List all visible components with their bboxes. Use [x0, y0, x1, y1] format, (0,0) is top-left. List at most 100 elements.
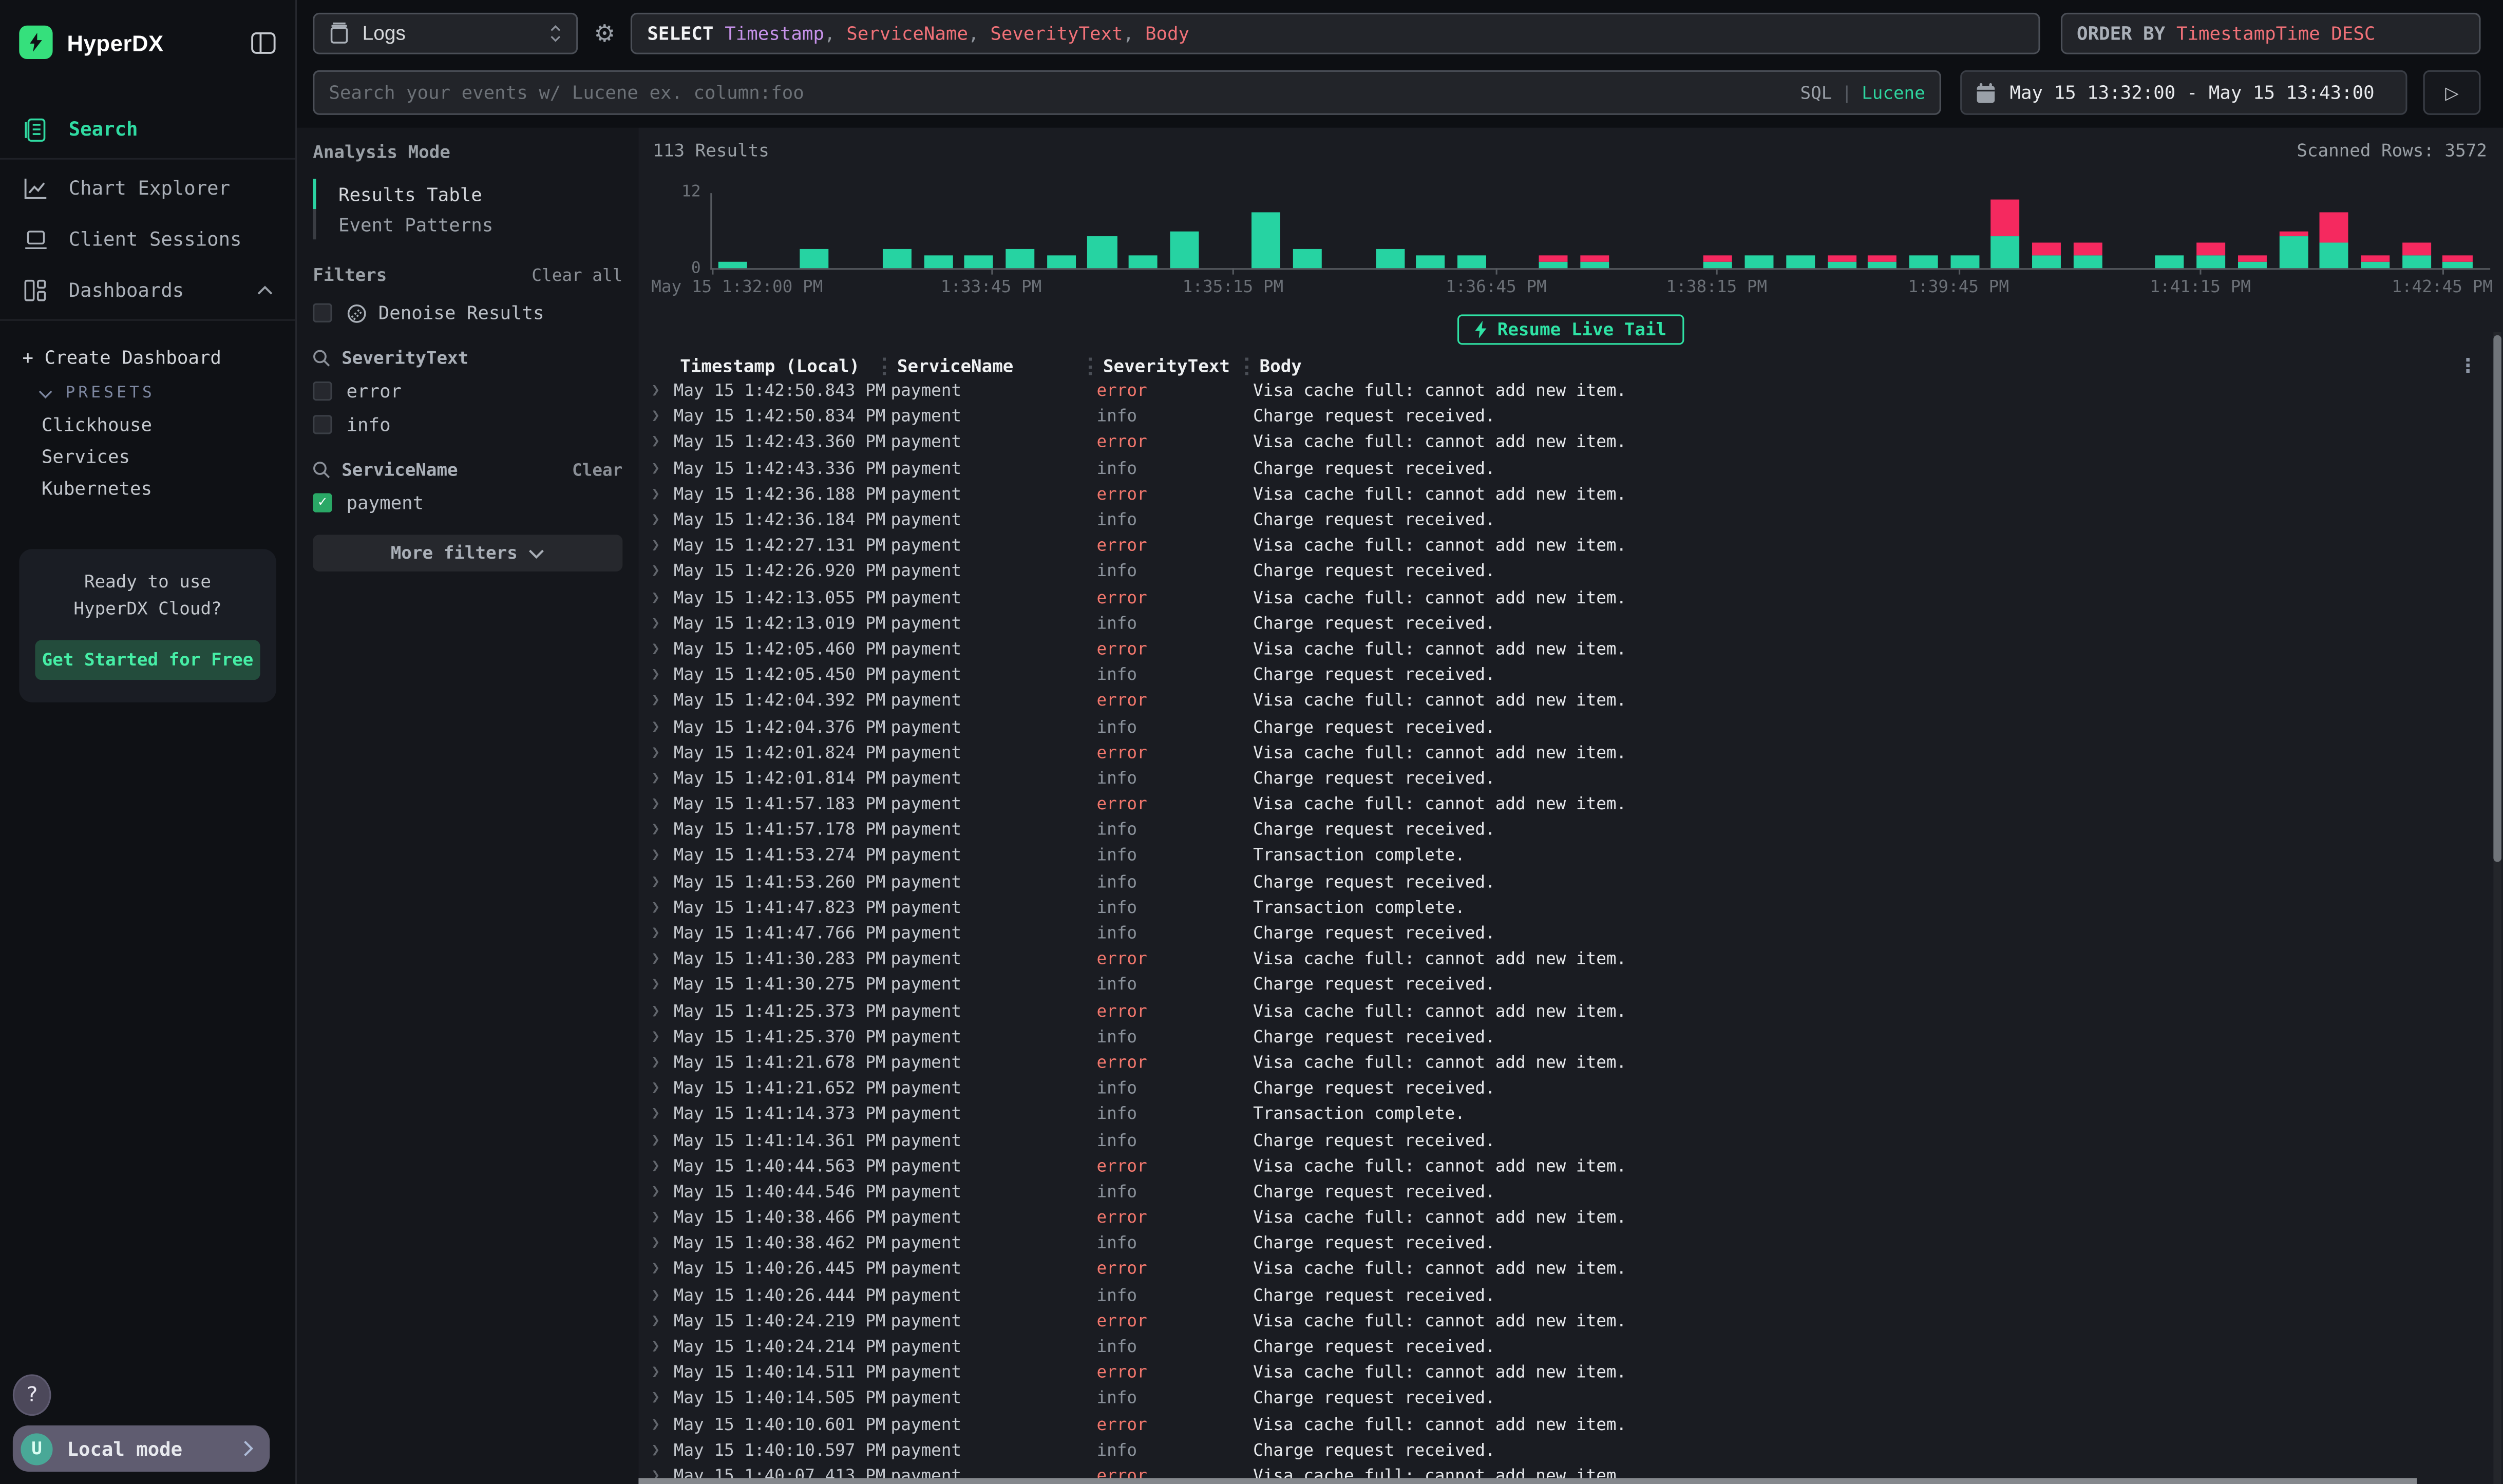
histogram-bar-error[interactable]	[1540, 256, 1568, 262]
table-row[interactable]: ❯May 15 1:42:36.184 PMpaymentinfoCharge …	[638, 507, 2503, 533]
row-expand-chevron-icon[interactable]: ❯	[648, 616, 674, 632]
row-expand-chevron-icon[interactable]: ❯	[648, 823, 674, 839]
histogram-bar-info[interactable]	[1704, 262, 1733, 268]
table-options-kebab-icon[interactable]: ⋮	[2458, 354, 2477, 377]
row-expand-chevron-icon[interactable]: ❯	[648, 1314, 674, 1329]
table-row[interactable]: ❯May 15 1:40:14.505 PMpaymentinfoCharge …	[638, 1386, 2503, 1412]
histogram-bar-info[interactable]	[1170, 231, 1199, 268]
histogram-bar-info[interactable]	[1581, 262, 1609, 268]
table-row[interactable]: ❯May 15 1:42:50.843 PMpaymenterrorVisa c…	[638, 378, 2503, 404]
histogram-bar-info[interactable]	[2155, 256, 2184, 268]
table-row[interactable]: ❯May 15 1:42:13.019 PMpaymentinfoCharge …	[638, 611, 2503, 637]
get-started-button[interactable]: Get Started for Free	[35, 640, 260, 680]
lang-sql-toggle[interactable]: SQL	[1800, 82, 1832, 103]
row-expand-chevron-icon[interactable]: ❯	[648, 1133, 674, 1149]
select-query-input[interactable]: SELECT Timestamp, ServiceName, SeverityT…	[631, 13, 2040, 54]
sidebar-item-chart-explorer[interactable]: Chart Explorer	[0, 163, 295, 214]
histogram-bar-info[interactable]	[1745, 256, 1774, 268]
row-expand-chevron-icon[interactable]: ❯	[648, 1184, 674, 1200]
row-expand-chevron-icon[interactable]: ❯	[648, 1287, 674, 1303]
table-row[interactable]: ❯May 15 1:41:47.823 PMpaymentinfoTransac…	[638, 895, 2503, 921]
histogram-bar-error[interactable]	[2320, 212, 2348, 243]
row-expand-chevron-icon[interactable]: ❯	[648, 590, 674, 606]
table-row[interactable]: ❯May 15 1:41:47.766 PMpaymentinfoCharge …	[638, 921, 2503, 946]
row-expand-chevron-icon[interactable]: ❯	[648, 952, 674, 967]
checkbox-checked[interactable]: ✓	[313, 493, 332, 512]
histogram-bar-info[interactable]	[1088, 237, 1116, 268]
row-expand-chevron-icon[interactable]: ❯	[648, 641, 674, 657]
gear-icon[interactable]: ⚙	[594, 19, 615, 48]
table-row[interactable]: ❯May 15 1:41:30.275 PMpaymentinfoCharge …	[638, 973, 2503, 998]
vertical-scrollbar[interactable]	[2493, 332, 2501, 1484]
table-row[interactable]: ❯May 15 1:41:21.652 PMpaymentinfoCharge …	[638, 1076, 2503, 1101]
table-row[interactable]: ❯May 15 1:40:44.563 PMpaymenterrorVisa c…	[638, 1153, 2503, 1179]
table-row[interactable]: ❯May 15 1:41:21.678 PMpaymenterrorVisa c…	[638, 1050, 2503, 1076]
row-expand-chevron-icon[interactable]: ❯	[648, 1029, 674, 1045]
row-expand-chevron-icon[interactable]: ❯	[648, 978, 674, 994]
histogram-bar-error[interactable]	[1704, 256, 1733, 262]
source-select[interactable]: Logs	[313, 13, 578, 54]
resume-live-tail-button[interactable]: Resume Live Tail	[1457, 314, 1684, 345]
histogram-bar-info[interactable]	[1540, 262, 1568, 268]
histogram-bar-info[interactable]	[1786, 256, 1815, 268]
row-expand-chevron-icon[interactable]: ❯	[648, 745, 674, 761]
row-expand-chevron-icon[interactable]: ❯	[648, 564, 674, 580]
histogram-bar-info[interactable]	[1129, 256, 1158, 268]
checkbox[interactable]	[313, 382, 332, 401]
row-expand-chevron-icon[interactable]: ❯	[648, 461, 674, 477]
table-row[interactable]: ❯May 15 1:42:50.834 PMpaymentinfoCharge …	[638, 404, 2503, 430]
row-expand-chevron-icon[interactable]: ❯	[648, 1365, 674, 1381]
table-row[interactable]: ❯May 15 1:42:43.360 PMpaymenterrorVisa c…	[638, 430, 2503, 455]
clear-all-link[interactable]: Clear all	[532, 266, 622, 285]
lang-lucene-toggle[interactable]: Lucene	[1862, 82, 1925, 103]
table-row[interactable]: ❯May 15 1:41:53.274 PMpaymentinfoTransac…	[638, 843, 2503, 869]
row-expand-chevron-icon[interactable]: ❯	[648, 1003, 674, 1019]
sidebar-item-client-sessions[interactable]: Client Sessions	[0, 214, 295, 265]
col-servicename[interactable]: ServiceName	[890, 356, 1096, 376]
table-row[interactable]: ❯May 15 1:40:26.445 PMpaymenterrorVisa c…	[638, 1257, 2503, 1282]
filter-option-error[interactable]: error	[313, 380, 622, 403]
table-row[interactable]: ❯May 15 1:42:05.450 PMpaymentinfoCharge …	[638, 662, 2503, 688]
histogram-bar-error[interactable]	[1581, 256, 1609, 262]
histogram-bar-error[interactable]	[1991, 199, 2020, 237]
table-row[interactable]: ❯May 15 1:40:10.601 PMpaymenterrorVisa c…	[638, 1412, 2503, 1437]
sidebar-collapse-icon[interactable]	[251, 31, 276, 54]
table-row[interactable]: ❯May 15 1:42:05.460 PMpaymenterrorVisa c…	[638, 637, 2503, 662]
histogram-bar-error[interactable]	[2196, 243, 2225, 255]
col-severitytext[interactable]: SeverityText	[1096, 356, 1253, 376]
table-row[interactable]: ❯May 15 1:41:25.370 PMpaymentinfoCharge …	[638, 1024, 2503, 1050]
horizontal-scrollbar[interactable]	[638, 1478, 2490, 1484]
row-expand-chevron-icon[interactable]: ❯	[648, 668, 674, 683]
table-row[interactable]: ❯May 15 1:42:26.920 PMpaymentinfoCharge …	[638, 559, 2503, 585]
row-expand-chevron-icon[interactable]: ❯	[648, 1158, 674, 1174]
row-expand-chevron-icon[interactable]: ❯	[648, 771, 674, 787]
histogram-bar-info[interactable]	[2402, 256, 2431, 268]
table-row[interactable]: ❯May 15 1:41:30.283 PMpaymenterrorVisa c…	[638, 947, 2503, 973]
row-expand-chevron-icon[interactable]: ❯	[648, 926, 674, 942]
histogram-bar-error[interactable]	[2443, 256, 2472, 262]
histogram-bar-info[interactable]	[800, 250, 829, 269]
histogram-bar-info[interactable]	[2196, 256, 2225, 268]
histogram-bar-info[interactable]	[1909, 256, 1938, 268]
row-expand-chevron-icon[interactable]: ❯	[648, 1442, 674, 1458]
histogram-bar-info[interactable]	[2073, 256, 2102, 268]
row-expand-chevron-icon[interactable]: ❯	[648, 874, 674, 890]
preset-item-kubernetes[interactable]: Kubernetes	[0, 472, 295, 504]
row-expand-chevron-icon[interactable]: ❯	[648, 383, 674, 399]
chevron-up-icon[interactable]	[257, 286, 273, 295]
more-filters-button[interactable]: More filters	[313, 535, 622, 571]
row-expand-chevron-icon[interactable]: ❯	[648, 796, 674, 812]
run-query-button[interactable]: ▷	[2423, 70, 2481, 115]
vertical-scrollbar-thumb[interactable]	[2493, 335, 2501, 862]
histogram-bar-info[interactable]	[1950, 256, 1979, 268]
table-row[interactable]: ❯May 15 1:40:26.444 PMpaymentinfoCharge …	[638, 1283, 2503, 1308]
histogram-bar-info[interactable]	[1991, 237, 2020, 268]
filter-option-info[interactable]: info	[313, 413, 622, 436]
table-row[interactable]: ❯May 15 1:40:24.219 PMpaymenterrorVisa c…	[638, 1308, 2503, 1334]
preset-item-clickhouse[interactable]: Clickhouse	[0, 409, 295, 441]
help-button[interactable]: ?	[13, 1374, 51, 1416]
histogram-bar-info[interactable]	[2443, 262, 2472, 268]
row-expand-chevron-icon[interactable]: ❯	[648, 409, 674, 425]
histogram-bar-info[interactable]	[1047, 256, 1075, 268]
table-row[interactable]: ❯May 15 1:41:53.260 PMpaymentinfoCharge …	[638, 869, 2503, 895]
